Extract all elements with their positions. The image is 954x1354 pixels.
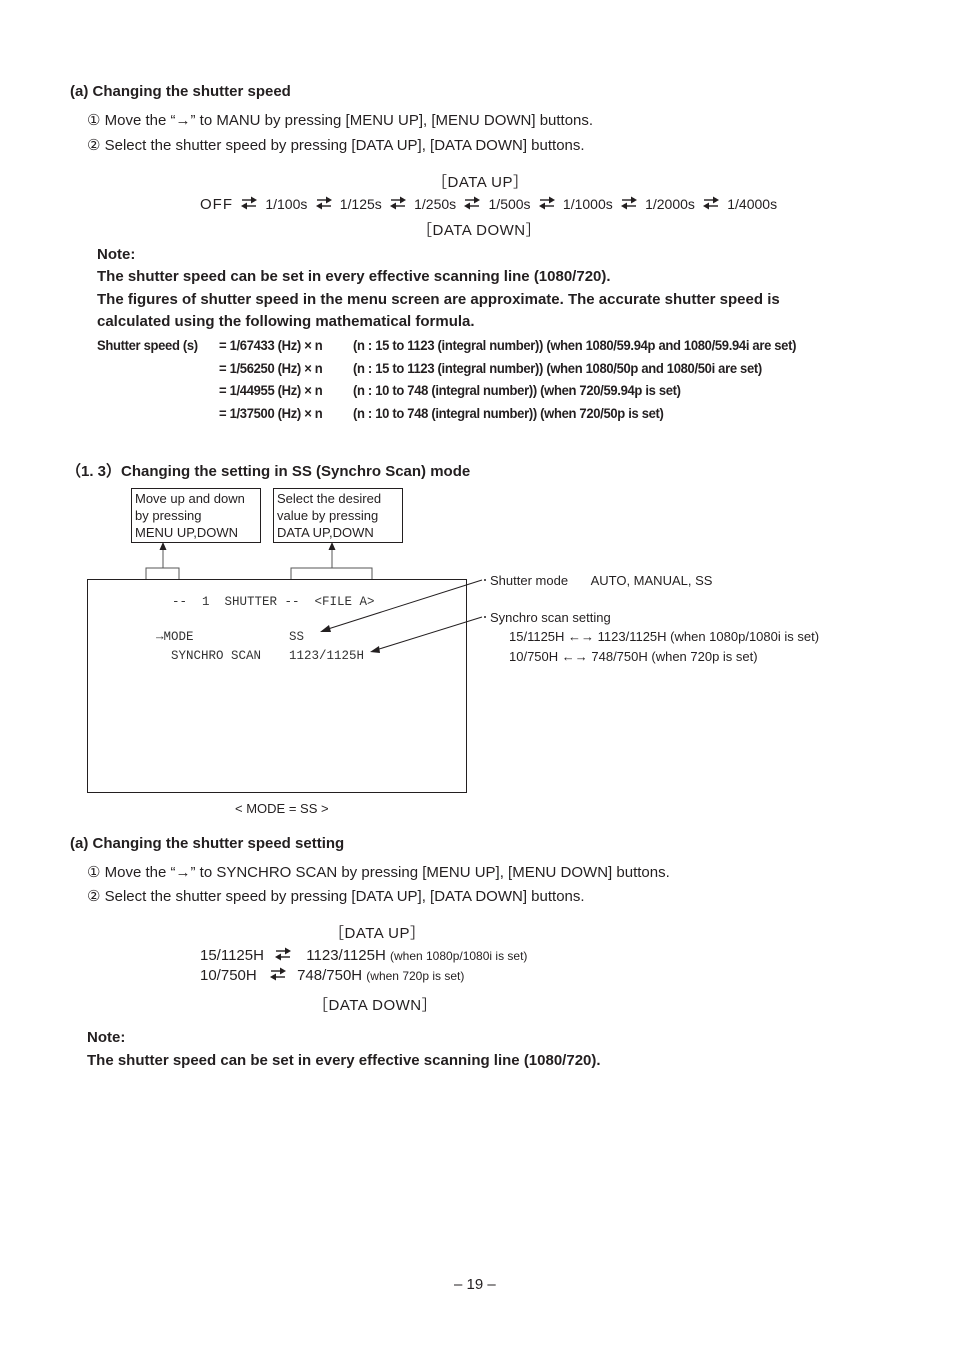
step-text: Move the “→” to SYNCHRO SCAN by pressing… bbox=[104, 864, 670, 881]
data-up-label: ［DATA UP］ bbox=[329, 925, 426, 942]
annotation-synchro-line: 10/750H ←→ 748/750H (when 720p is set) bbox=[509, 649, 758, 664]
menu-screen: -- 1 SHUTTER -- <FILE A> →MODE SS SYNCHR… bbox=[87, 579, 467, 793]
cursor-arrow-icon: → bbox=[156, 630, 164, 644]
step-text: Select the shutter speed by pressing [DA… bbox=[104, 888, 585, 905]
range-to: 748/750H bbox=[297, 967, 363, 984]
range-from: 10/750H bbox=[200, 967, 257, 984]
step-1: ① Move the “→” to SYNCHRO SCAN by pressi… bbox=[87, 863, 670, 881]
annotation-synchro-label: Synchro scan setting bbox=[490, 610, 611, 625]
row-label: MODE bbox=[163, 630, 194, 644]
row-label: SYNCHRO SCAN bbox=[171, 649, 262, 663]
range-from: 15/1125H bbox=[200, 947, 264, 964]
annotation-label: Shutter mode bbox=[490, 573, 569, 588]
data-down-label: ［DATA DOWN］ bbox=[313, 997, 438, 1014]
two-way-arrow-icon bbox=[274, 947, 292, 961]
section-heading-shutter-speed-setting: (a) Changing the shutter speed setting bbox=[70, 835, 345, 852]
row-value: 1123/1125H bbox=[289, 649, 365, 663]
screen-caption: < MODE = SS > bbox=[235, 801, 329, 816]
annotation-synchro-line: 15/1125H ←→ 1123/1125H (when 1080p/1080i… bbox=[509, 629, 820, 644]
annotation-shutter-mode: Shutter mode AUTO, MANUAL, SS bbox=[490, 573, 712, 588]
step-number: ② bbox=[87, 888, 101, 905]
row-value: SS bbox=[289, 630, 305, 644]
range-1080: 15/1125H 1123/1125H (when 1080p/1080i is… bbox=[200, 947, 527, 964]
note-line: The shutter speed can be set in every ef… bbox=[87, 1052, 601, 1069]
range-720: 10/750H 748/750H (when 720p is set) bbox=[200, 967, 464, 984]
range-condition: (when 720p is set) bbox=[366, 969, 465, 983]
page-number: – 19 – bbox=[454, 1276, 496, 1293]
step-2: ② Select the shutter speed by pressing [… bbox=[87, 887, 585, 905]
screen-title: -- 1 SHUTTER -- <FILE A> bbox=[172, 595, 375, 609]
note-label: Note: bbox=[87, 1029, 126, 1046]
range-to: 1123/1125H bbox=[306, 947, 386, 964]
screen-row-mode: →MODE bbox=[156, 630, 194, 644]
range-condition: (when 1080p/1080i is set) bbox=[389, 949, 528, 963]
step-number: ① bbox=[87, 864, 101, 881]
two-way-arrow-icon bbox=[269, 967, 287, 981]
annotation-values: AUTO, MANUAL, SS bbox=[590, 573, 713, 588]
